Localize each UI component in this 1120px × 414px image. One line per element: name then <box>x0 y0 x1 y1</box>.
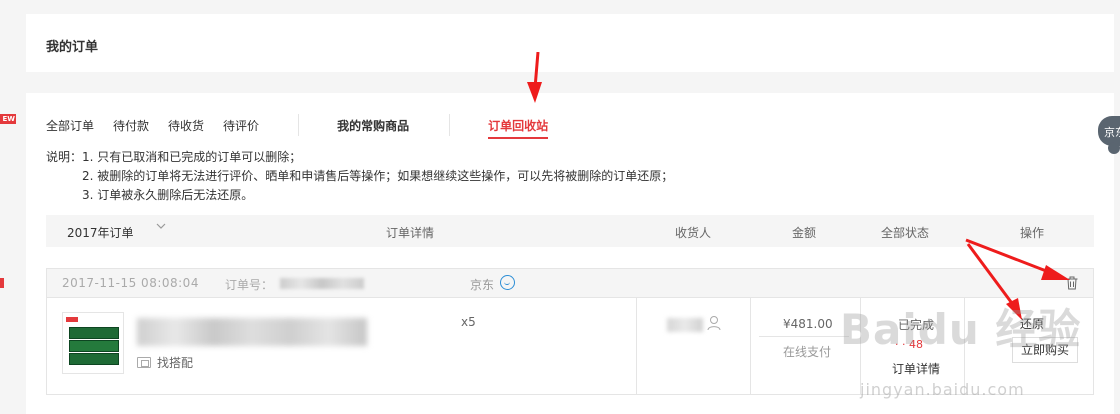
tab-all-orders[interactable]: 全部订单 <box>46 117 94 134</box>
bundle-link[interactable]: 找搭配 <box>137 354 193 371</box>
note-line-3: 3. 订单被永久删除后无法还原。 <box>82 188 254 202</box>
product-title-redacted[interactable] <box>137 318 367 346</box>
col-amount: 金额 <box>792 226 817 240</box>
notes-block: 说明：1. 只有已取消和已完成的订单可以删除； 2. 被删除的订单将无法进行评价… <box>46 148 673 205</box>
chevron-down-icon[interactable] <box>156 221 166 234</box>
tab-pending-payment[interactable]: 待付款 <box>113 117 149 134</box>
product-box <box>69 327 119 339</box>
tab-recycle-bin[interactable]: 订单回收站 <box>488 117 549 139</box>
payment-method: 在线支付 <box>783 345 832 359</box>
watermark-url: jingyan.baidu.com <box>860 380 1025 399</box>
bundle-icon <box>137 357 151 368</box>
red-marker <box>0 278 4 288</box>
amount-divider <box>759 336 849 337</box>
chat-icon[interactable] <box>500 275 515 290</box>
watermark: Baidu 经验 <box>840 305 1082 354</box>
page-title: 我的订单 <box>46 40 99 55</box>
person-icon[interactable] <box>707 315 721 331</box>
page-header-card: 我的订单 <box>26 14 1114 72</box>
product-box <box>69 340 119 352</box>
product-image[interactable] <box>62 312 124 374</box>
bundle-label: 找搭配 <box>157 356 194 370</box>
product-quantity: x5 <box>461 315 476 329</box>
order-tabs: 全部订单 待付款 待收货 待评价 我的常购商品 订单回收站 <box>46 114 567 139</box>
tab-divider <box>298 114 300 136</box>
column-divider <box>750 298 751 394</box>
left-edge-strip: EW <box>0 0 16 414</box>
shop-name[interactable]: 京东 <box>470 276 494 293</box>
order-amount: ¥481.00 <box>783 317 833 331</box>
widget-label: 京东 <box>1104 126 1120 139</box>
floating-chat-widget[interactable]: 京东 <box>1098 116 1120 154</box>
orders-card: 全部订单 待付款 待收货 待评价 我的常购商品 订单回收站 说明：1. 只有已取… <box>26 93 1114 414</box>
order-header: 2017-11-15 08:08:04 订单号： 京东 <box>47 269 1093 298</box>
col-order-details: 订单详情 <box>386 226 435 240</box>
status-filter[interactable]: 全部状态 <box>881 224 929 241</box>
note-line-1: 说明：1. 只有已取消和已完成的订单可以删除； <box>46 150 302 164</box>
order-detail-link[interactable]: 订单详情 <box>892 360 940 377</box>
receiver-name-redacted <box>667 318 703 332</box>
tab-divider <box>449 114 451 136</box>
tab-frequent-items[interactable]: 我的常购商品 <box>337 117 409 134</box>
order-number-redacted <box>280 278 364 289</box>
new-badge: EW <box>0 114 16 124</box>
product-image-label <box>66 317 78 322</box>
order-date: 2017-11-15 08:08:04 <box>62 276 199 290</box>
year-filter[interactable]: 2017年订单 <box>67 224 134 241</box>
tab-pending-receipt[interactable]: 待收货 <box>168 117 204 134</box>
product-box <box>69 353 119 365</box>
arrow-icon <box>527 52 542 103</box>
note-line-2: 2. 被删除的订单将无法进行评价、晒单和申请售后等操作；如果想继续这些操作，可以… <box>82 169 674 183</box>
column-divider <box>636 298 637 394</box>
tab-pending-review[interactable]: 待评价 <box>223 117 259 134</box>
col-receiver: 收货人 <box>675 226 712 240</box>
order-number-label: 订单号： <box>225 278 274 292</box>
table-header: 2017年订单 订单详情 收货人 金额 全部状态 操作 <box>46 215 1094 247</box>
